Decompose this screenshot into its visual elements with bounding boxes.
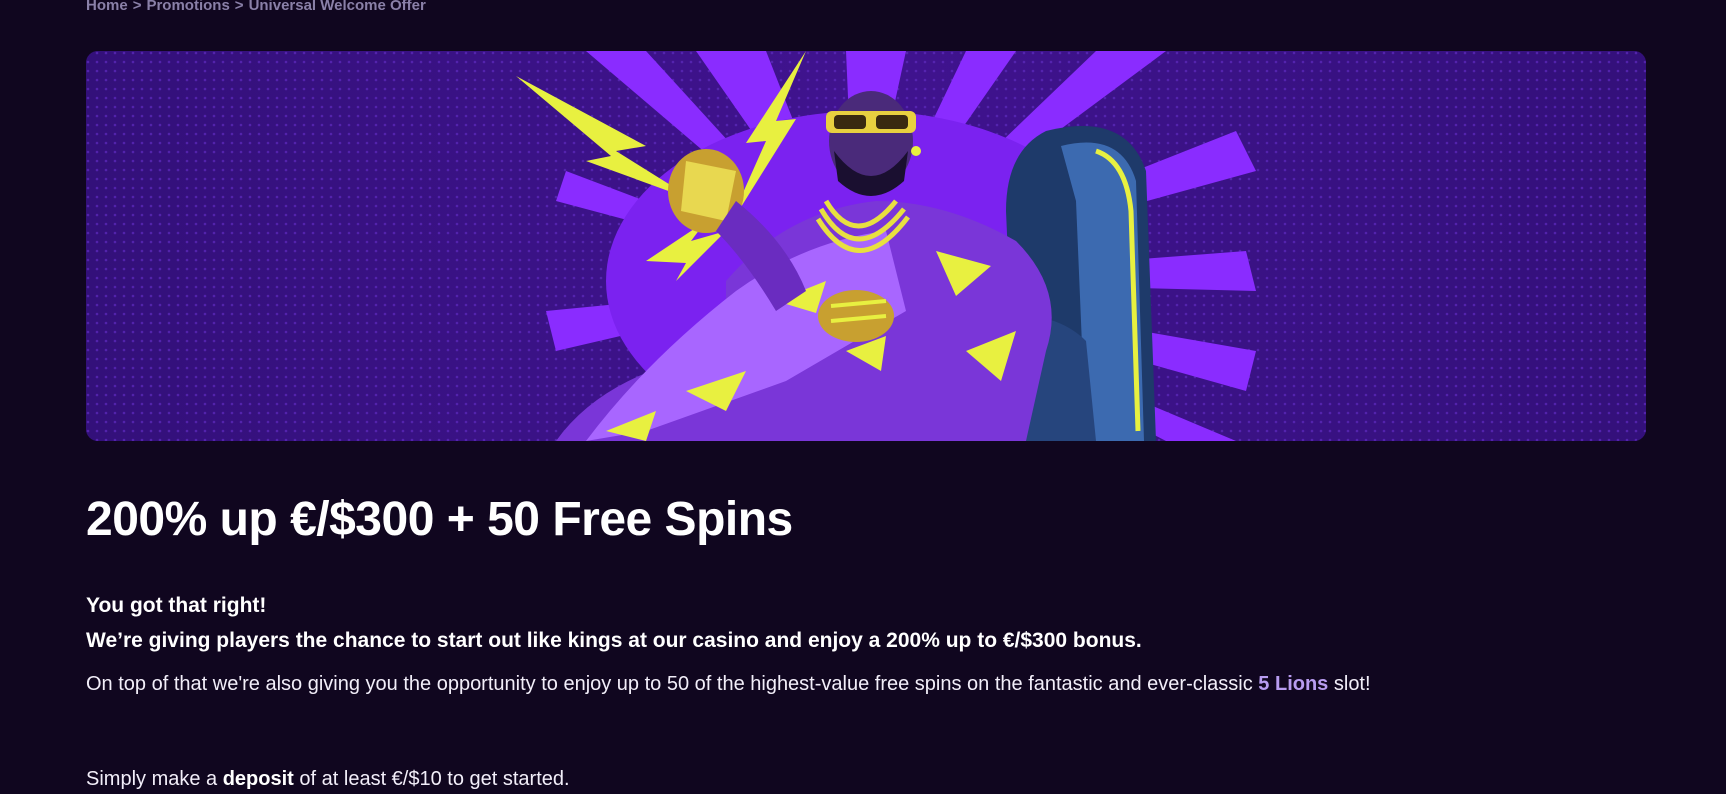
hero-illustration — [86, 51, 1646, 441]
free-spins-text-end: slot! — [1328, 673, 1371, 695]
breadcrumb-separator: > — [132, 0, 142, 14]
lead-line-1: You got that right! — [86, 594, 267, 617]
promotion-page: Home > Promotions > Universal Welcome Offer — [0, 0, 1726, 794]
breadcrumb-home[interactable]: Home — [86, 0, 128, 14]
free-spins-text: On top of that we're also giving you the… — [86, 673, 1259, 695]
breadcrumb: Home > Promotions > Universal Welcome Offer — [86, 0, 426, 14]
breadcrumb-separator: > — [234, 0, 244, 14]
hero-banner — [86, 51, 1646, 441]
deposit-paragraph: Simply make a deposit of at least €/$10 … — [86, 768, 570, 791]
offer-title: 200% up €/$300 + 50 Free Spins — [86, 493, 793, 546]
breadcrumb-promotions[interactable]: Promotions — [146, 0, 229, 14]
free-spins-paragraph: On top of that we're also giving you the… — [86, 673, 1371, 696]
deposit-bold: deposit — [222, 768, 294, 790]
slot-link-5-lions[interactable]: 5 Lions — [1258, 673, 1328, 695]
offer-lead: You got that right! We’re giving players … — [86, 588, 1142, 658]
deposit-text-end: of at least €/$10 to get started. — [293, 768, 570, 790]
deposit-text-start: Simply make a — [86, 768, 223, 790]
breadcrumb-current: Universal Welcome Offer — [248, 0, 426, 14]
lead-line-2: We’re giving players the chance to start… — [86, 629, 1142, 652]
